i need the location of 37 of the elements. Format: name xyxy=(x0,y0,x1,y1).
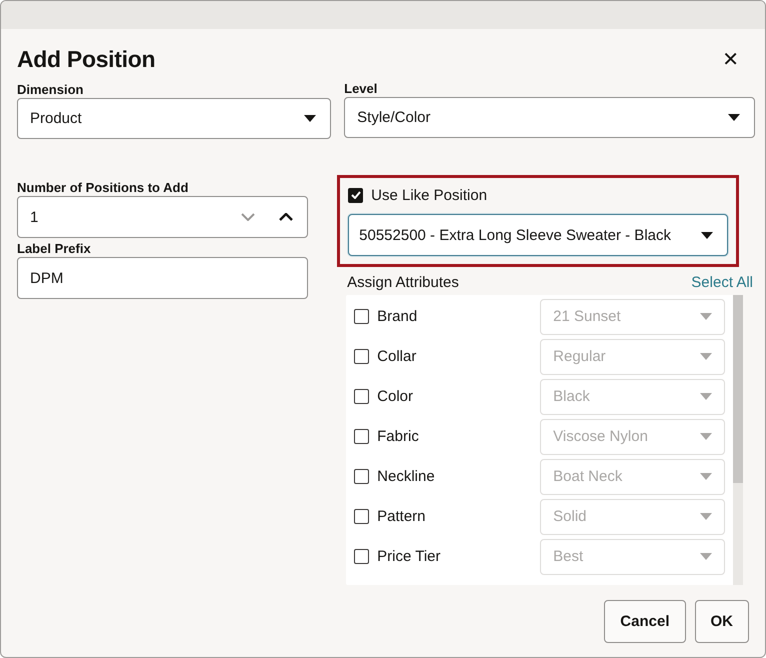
caret-icon xyxy=(700,513,712,520)
caret-icon xyxy=(701,232,714,238)
checkbox-label: Brand xyxy=(377,308,418,325)
checkbox-label: Collar xyxy=(377,348,416,365)
like-position-dropdown[interactable]: 50552500 - Extra Long Sleeve Sweater - Black xyxy=(348,214,728,256)
field-label: Label Prefix xyxy=(17,241,92,257)
checkbox[interactable] xyxy=(348,188,364,202)
field-label: Number of Positions to Add xyxy=(17,180,190,196)
field-label: Level xyxy=(344,81,378,97)
checkbox-label: Pattern xyxy=(377,508,426,525)
checkmark-icon xyxy=(350,191,361,199)
caret-icon xyxy=(304,115,316,122)
dialog-title: Add Position xyxy=(17,46,156,72)
checkbox-label: Fabric xyxy=(377,428,419,445)
caret-icon xyxy=(700,553,712,560)
level-dropdown[interactable]: Style/Color xyxy=(344,97,755,138)
caret-icon xyxy=(700,353,712,360)
scrollbar-thumb[interactable] xyxy=(733,295,744,483)
dialog-button[interactable]: Cancel xyxy=(604,600,686,643)
caret-icon xyxy=(728,114,740,121)
dimension-dropdown[interactable]: Product xyxy=(17,98,332,139)
caret-icon xyxy=(700,313,712,320)
section-label: Assign Attributes xyxy=(347,274,459,290)
caret-icon xyxy=(700,473,712,480)
scrollbar[interactable] xyxy=(733,295,744,585)
checkbox-label: Neckline xyxy=(377,468,435,485)
caret-icon xyxy=(700,393,712,400)
dialog-button[interactable]: OK xyxy=(694,600,749,643)
label-prefix-input[interactable]: DPM xyxy=(17,257,308,299)
close-button[interactable]: ✕ xyxy=(716,47,745,71)
select-all-link[interactable]: Select All xyxy=(691,274,753,290)
number-input[interactable]: 1 xyxy=(17,196,308,238)
field-label: Dimension xyxy=(17,82,84,98)
caret-icon xyxy=(700,433,712,440)
checkbox-label: Use Like Position xyxy=(371,186,488,204)
checkbox-label: Color xyxy=(377,388,413,405)
checkbox-label: Price Tier xyxy=(377,548,440,565)
